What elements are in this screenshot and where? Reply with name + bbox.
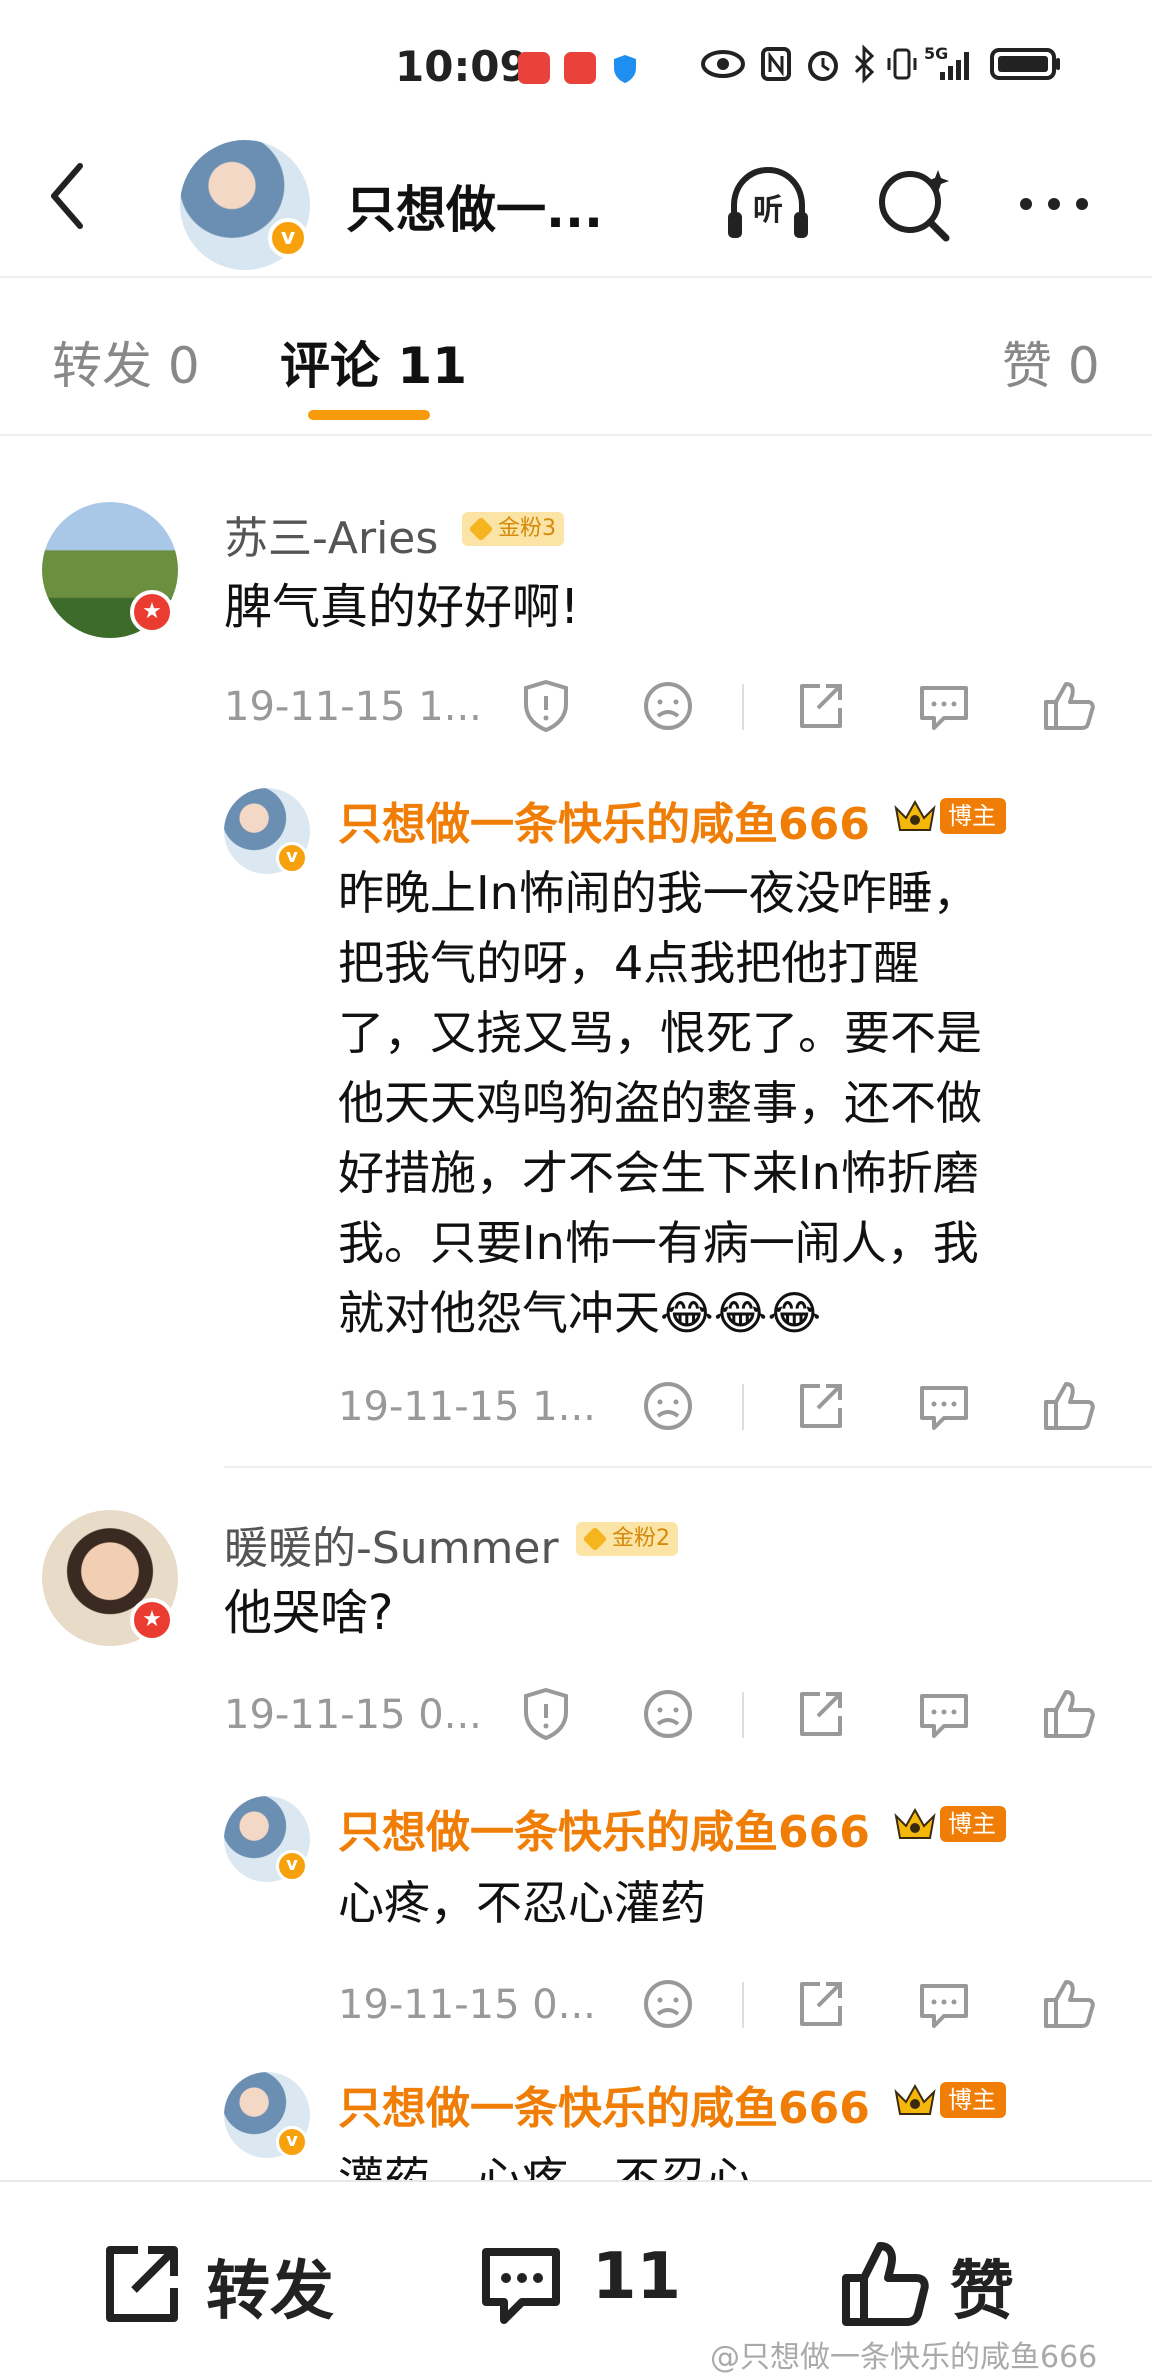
blogger-role-badge: 博主	[940, 798, 1006, 834]
dislike-face-icon[interactable]	[638, 676, 698, 736]
reply-text-line: 了，又挠又骂，恨死了。要不是	[338, 1006, 982, 1060]
vibrate-icon	[887, 48, 917, 80]
blogger-role-badge: 博主	[940, 2082, 1006, 2118]
like-button[interactable]: 赞	[836, 2232, 1056, 2332]
blogger-role-badge: 博主	[940, 1806, 1006, 1842]
member-star-icon: ★	[130, 1598, 174, 1642]
nfc-icon	[761, 47, 791, 81]
blogger-name[interactable]: 只想做一条快乐的咸鱼666	[338, 1796, 870, 1860]
comment-text: 他哭啥?	[224, 1585, 394, 1641]
bluetooth-icon	[854, 44, 875, 84]
comment-separator	[224, 1466, 1152, 1468]
reply-text: 昨晚上In怖闹的我一夜没咋睡， 把我气的呀，4点我把他打醒 了，又挠又骂，恨死了…	[338, 858, 1108, 1348]
dislike-face-icon[interactable]	[638, 1684, 698, 1744]
fan-badge: 金粉3	[462, 512, 564, 546]
repost-button[interactable]: 转发	[94, 2232, 374, 2332]
reply-time: 19-11-15 1...	[338, 1384, 596, 1430]
action-divider	[742, 684, 744, 730]
like-thumb-icon[interactable]	[1038, 1974, 1098, 2034]
reply-text-line: 好措施，才不会生下来In怖折磨	[338, 1146, 979, 1200]
fan-badge: 金粉2	[576, 1522, 678, 1556]
like-thumb-icon[interactable]	[1038, 1684, 1098, 1744]
dislike-face-icon[interactable]	[638, 1974, 698, 2034]
reply-text-line: 我。只要In怖一有病一闹人，我	[338, 1216, 979, 1270]
reply-bubble-icon[interactable]	[914, 1376, 974, 1436]
more-options-icon[interactable]	[1004, 154, 1104, 254]
share-icon[interactable]	[790, 1376, 850, 1436]
action-divider	[742, 1384, 744, 1430]
like-thumb-icon	[842, 2242, 929, 2326]
app-notification-icon	[564, 52, 596, 84]
listen-headphones-icon[interactable]: 听	[718, 154, 818, 254]
reply-text-line: 昨晚上In怖闹的我一夜没咋睡，	[338, 866, 979, 920]
comment-count: 11	[592, 2240, 682, 2314]
status-bar: 10:09 5G	[0, 0, 1152, 130]
watermark: @只想做一条快乐的咸鱼666	[710, 2340, 1098, 2375]
report-shield-icon[interactable]	[516, 676, 576, 736]
reply-text: 心疼，不忍心灌药	[338, 1876, 706, 1930]
action-divider	[742, 1692, 744, 1738]
verified-badge-icon: v	[268, 218, 308, 258]
tab-bar: 转发 0 评论 11 赞 0	[0, 280, 1152, 436]
search-icon[interactable]	[864, 154, 964, 254]
blogger-name[interactable]: 只想做一条快乐的咸鱼666	[338, 2072, 870, 2136]
dislike-face-icon[interactable]	[638, 1376, 698, 1436]
status-time: 10:09	[395, 42, 529, 91]
bottom-action-bar: 转发 11 赞 @只想做一条快乐的咸鱼666	[0, 2180, 1152, 2376]
signal-icon	[940, 52, 969, 80]
action-divider	[742, 1982, 744, 2028]
shield-icon	[614, 55, 636, 83]
share-icon[interactable]	[790, 676, 850, 736]
author-name[interactable]: 只想做一...	[346, 170, 603, 242]
repost-label: 转发	[206, 2255, 334, 2329]
share-icon[interactable]	[790, 1684, 850, 1744]
like-label: 赞	[950, 2255, 1014, 2329]
reply-text-line: 把我气的呀，4点我把他打醒	[338, 936, 920, 990]
eye-icon	[701, 50, 745, 78]
comment-button[interactable]: 11	[474, 2232, 694, 2332]
crown-icon	[894, 2083, 936, 2115]
reply-bubble-icon[interactable]	[914, 1684, 974, 1744]
verified-badge-icon: v	[276, 1850, 308, 1882]
like-thumb-icon[interactable]	[1038, 676, 1098, 736]
top-nav-bar: v 只想做一... 听	[0, 130, 1152, 278]
app-notification-icon	[518, 52, 550, 84]
listen-label: 听	[753, 193, 783, 228]
like-thumb-icon[interactable]	[1038, 1376, 1098, 1436]
verified-badge-icon: v	[276, 842, 308, 874]
comment-bubble-icon	[482, 2248, 560, 2324]
tab-likes[interactable]: 赞 0	[1002, 326, 1100, 398]
status-icons: 5G	[700, 44, 1090, 88]
report-shield-icon[interactable]	[516, 1684, 576, 1744]
verified-badge-icon: v	[276, 2126, 308, 2158]
crown-icon	[894, 799, 936, 831]
comment-text: 脾气真的好好啊!	[224, 579, 580, 635]
reply-time: 19-11-15 0...	[338, 1982, 596, 2028]
share-icon[interactable]	[790, 1974, 850, 2034]
commenter-name[interactable]: 苏三-Aries	[224, 502, 438, 566]
repost-icon	[106, 2246, 178, 2322]
member-star-icon: ★	[130, 590, 174, 634]
tab-active-indicator	[308, 410, 430, 420]
commenter-name[interactable]: 暖暖的-Summer	[224, 1512, 559, 1576]
tab-reposts[interactable]: 转发 0	[52, 326, 200, 398]
blogger-name[interactable]: 只想做一条快乐的咸鱼666	[338, 788, 870, 852]
comment-time: 19-11-15 0...	[224, 1692, 482, 1738]
back-arrow-icon[interactable]	[40, 156, 100, 236]
reply-text-line: 他天天鸡鸣狗盗的整事，还不做	[338, 1076, 982, 1130]
comment-time: 19-11-15 1...	[224, 684, 482, 730]
reply-text-line: 就对他怨气冲天😂😂😂	[338, 1286, 822, 1340]
reply-bubble-icon[interactable]	[914, 676, 974, 736]
crown-icon	[894, 1807, 936, 1839]
battery-icon	[990, 48, 1060, 80]
tab-comments[interactable]: 评论 11	[280, 326, 467, 398]
reply-bubble-icon[interactable]	[914, 1974, 974, 2034]
alarm-icon	[808, 51, 838, 81]
